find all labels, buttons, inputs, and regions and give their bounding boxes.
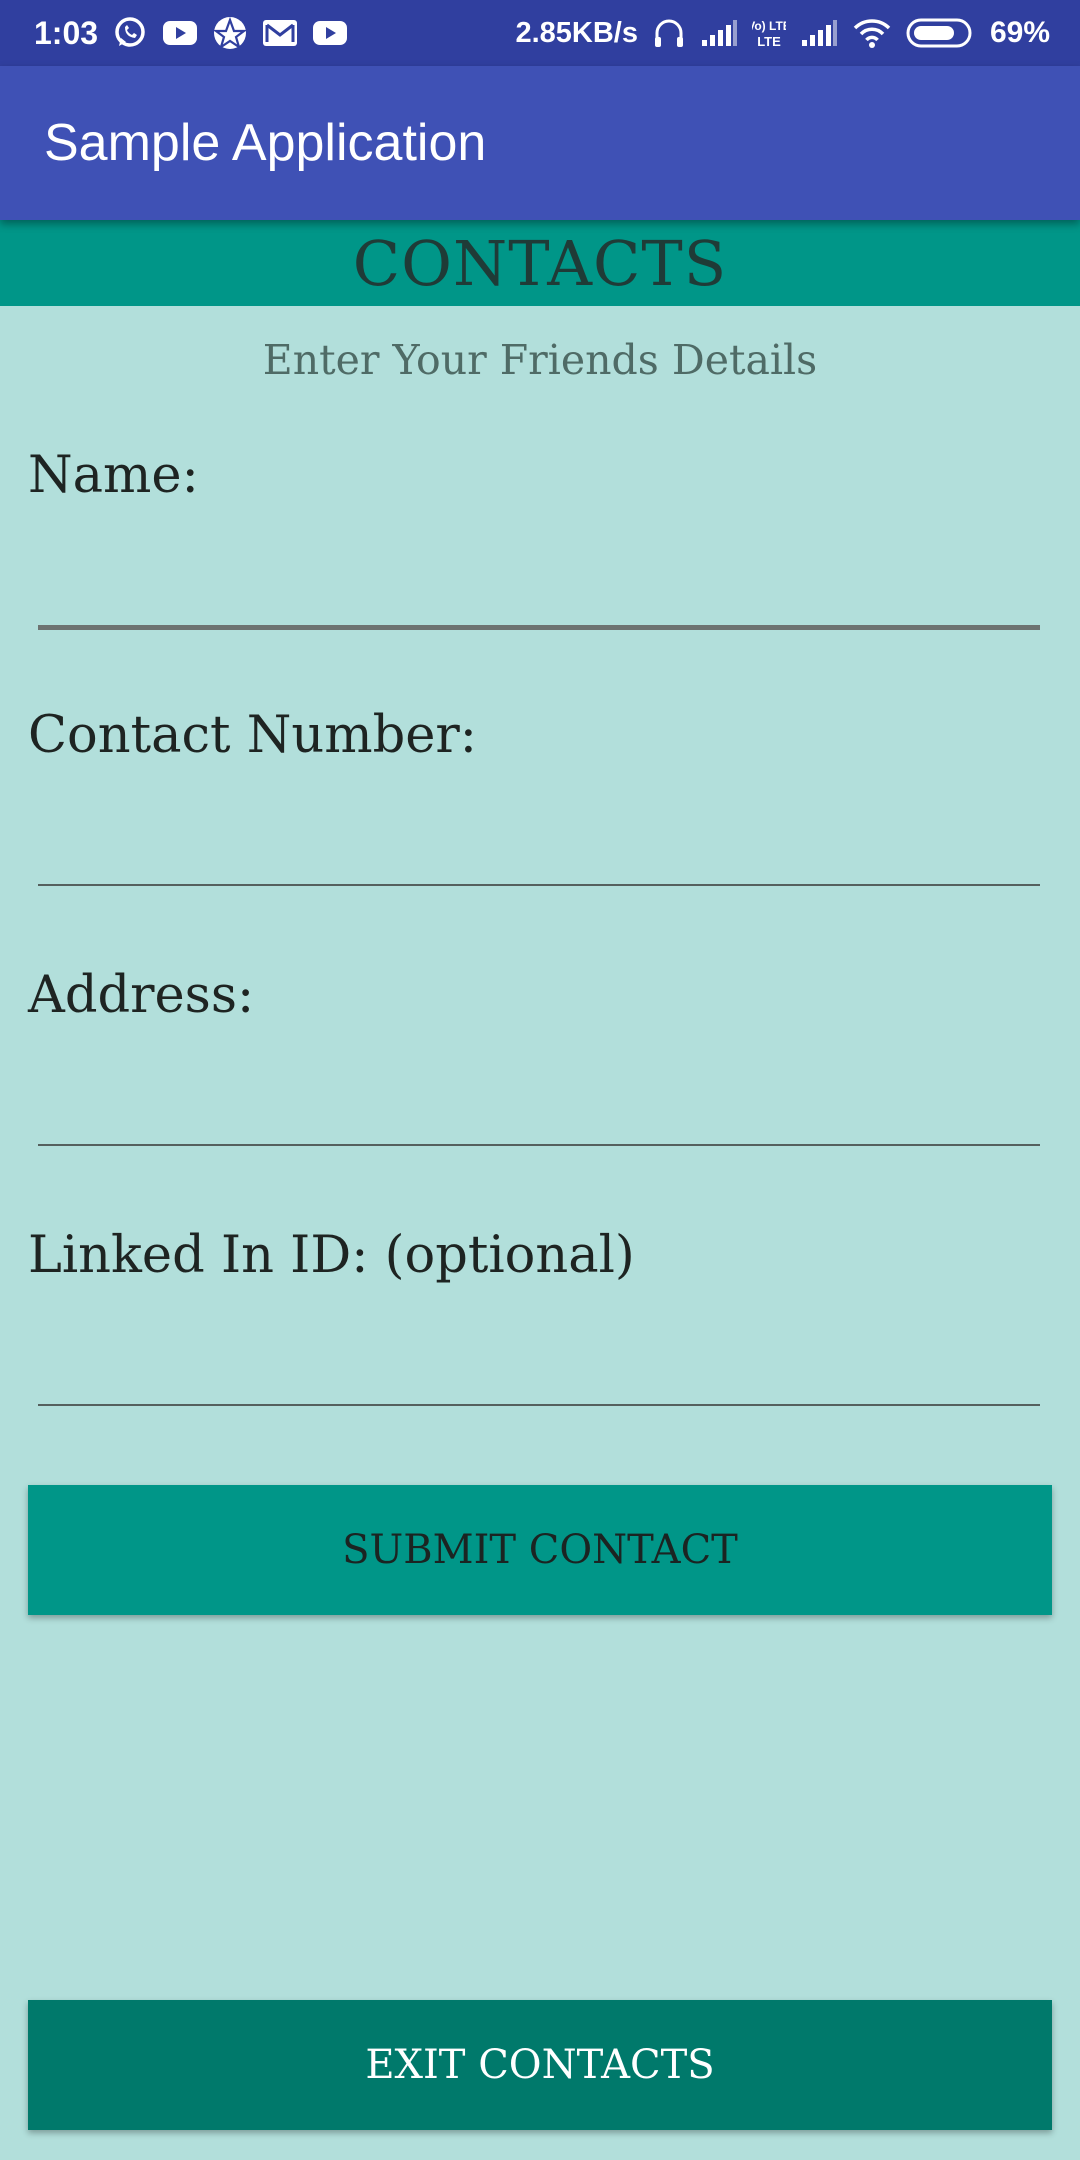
youtube-icon	[312, 19, 348, 47]
app-bar: Sample Application	[0, 66, 1080, 220]
svg-text:LTE: LTE	[757, 34, 781, 49]
youtube-icon	[162, 19, 198, 47]
wifi-icon	[852, 17, 892, 49]
address-label: Address:	[28, 966, 255, 1025]
network-speed: 2.85KB/s	[515, 16, 638, 49]
exit-contacts-button[interactable]: EXIT CONTACTS	[28, 2000, 1052, 2130]
linkedin-id-label: Linked In ID: (optional)	[28, 1226, 635, 1285]
headphones-icon	[652, 16, 686, 50]
submit-contact-button[interactable]: SUBMIT CONTACT	[28, 1485, 1052, 1615]
name-input[interactable]	[38, 570, 1040, 630]
linkedin-id-input[interactable]	[38, 1346, 1040, 1406]
contact-number-label: Contact Number:	[28, 706, 477, 765]
status-left: 1:03	[34, 15, 348, 52]
volte-icon: Vo) LTELTE	[752, 16, 786, 50]
name-label: Name:	[28, 446, 199, 505]
status-right: 2.85KB/s Vo) LTELTE 69%	[515, 16, 1050, 50]
signal-icon	[800, 18, 838, 48]
battery-icon	[906, 17, 976, 49]
gmail-icon	[262, 18, 298, 48]
signal-icon	[700, 18, 738, 48]
volte-text: Vo) LTE	[752, 19, 786, 33]
whatsapp-icon	[112, 15, 148, 51]
battery-percent: 69%	[989, 16, 1050, 49]
page-title: CONTACTS	[352, 226, 728, 300]
app-icon	[212, 15, 248, 51]
app-title: Sample Application	[44, 114, 487, 172]
status-bar: 1:03 2.85KB/s Vo) LTELTE	[0, 0, 1080, 66]
contacts-header: CONTACTS	[0, 220, 1080, 306]
form-subtitle: Enter Your Friends Details	[262, 336, 818, 384]
status-time: 1:03	[34, 14, 99, 51]
address-input[interactable]	[38, 1086, 1040, 1146]
contact-number-input[interactable]	[38, 826, 1040, 886]
